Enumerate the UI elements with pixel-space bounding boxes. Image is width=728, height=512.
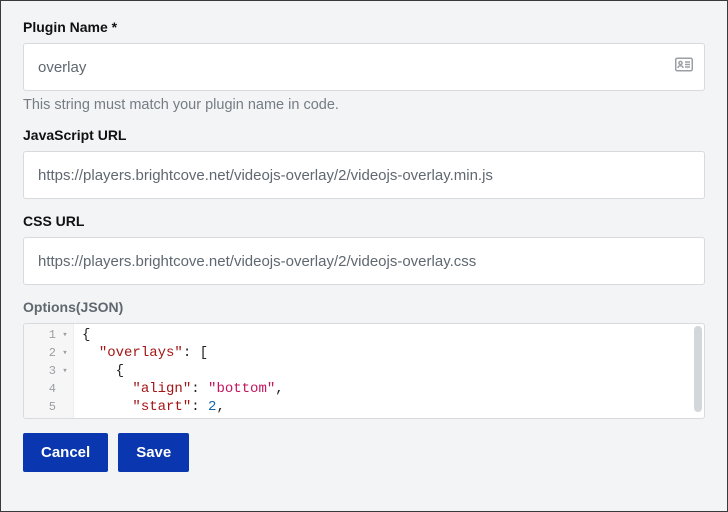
fold-icon[interactable]: ▾ <box>61 344 69 362</box>
code-line: "align": "bottom", <box>82 380 698 398</box>
save-button[interactable]: Save <box>118 433 189 472</box>
code-line: "end": 6, <box>82 416 698 419</box>
editor-gutter: 1▾2▾3▾45 <box>24 324 74 418</box>
fold-icon[interactable]: ▾ <box>61 362 69 380</box>
js-url-field: JavaScript URL <box>23 127 705 199</box>
code-line: { <box>82 362 698 380</box>
css-url-input[interactable] <box>23 237 705 285</box>
cancel-button[interactable]: Cancel <box>23 433 108 472</box>
line-number: 2▾ <box>24 344 73 362</box>
options-json-field: Options(JSON) 1▾2▾3▾45 { "overlays": [ {… <box>23 299 705 419</box>
line-number: 5 <box>24 398 73 416</box>
code-line: "start": 2, <box>82 398 698 416</box>
code-line: { <box>82 326 698 344</box>
code-line: "overlays": [ <box>82 344 698 362</box>
plugin-name-label: Plugin Name * <box>23 19 705 35</box>
js-url-input[interactable] <box>23 151 705 199</box>
editor-scrollbar[interactable] <box>694 326 702 412</box>
options-json-editor[interactable]: 1▾2▾3▾45 { "overlays": [ { "align": "bot… <box>23 323 705 419</box>
plugin-name-input-wrap <box>23 43 705 91</box>
css-url-field: CSS URL <box>23 213 705 285</box>
plugin-name-input[interactable] <box>23 43 705 91</box>
js-url-label: JavaScript URL <box>23 127 705 143</box>
fold-icon[interactable]: ▾ <box>61 326 69 344</box>
button-row: Cancel Save <box>23 433 705 472</box>
options-json-label: Options(JSON) <box>23 299 705 315</box>
plugin-name-field: Plugin Name * This string must match you… <box>23 19 705 113</box>
line-number <box>24 416 73 419</box>
editor-code[interactable]: { "overlays": [ { "align": "bottom", "st… <box>74 324 704 419</box>
plugin-name-helper: This string must match your plugin name … <box>23 97 705 113</box>
line-number: 1▾ <box>24 326 73 344</box>
css-url-label: CSS URL <box>23 213 705 229</box>
line-number: 3▾ <box>24 362 73 380</box>
line-number: 4 <box>24 380 73 398</box>
